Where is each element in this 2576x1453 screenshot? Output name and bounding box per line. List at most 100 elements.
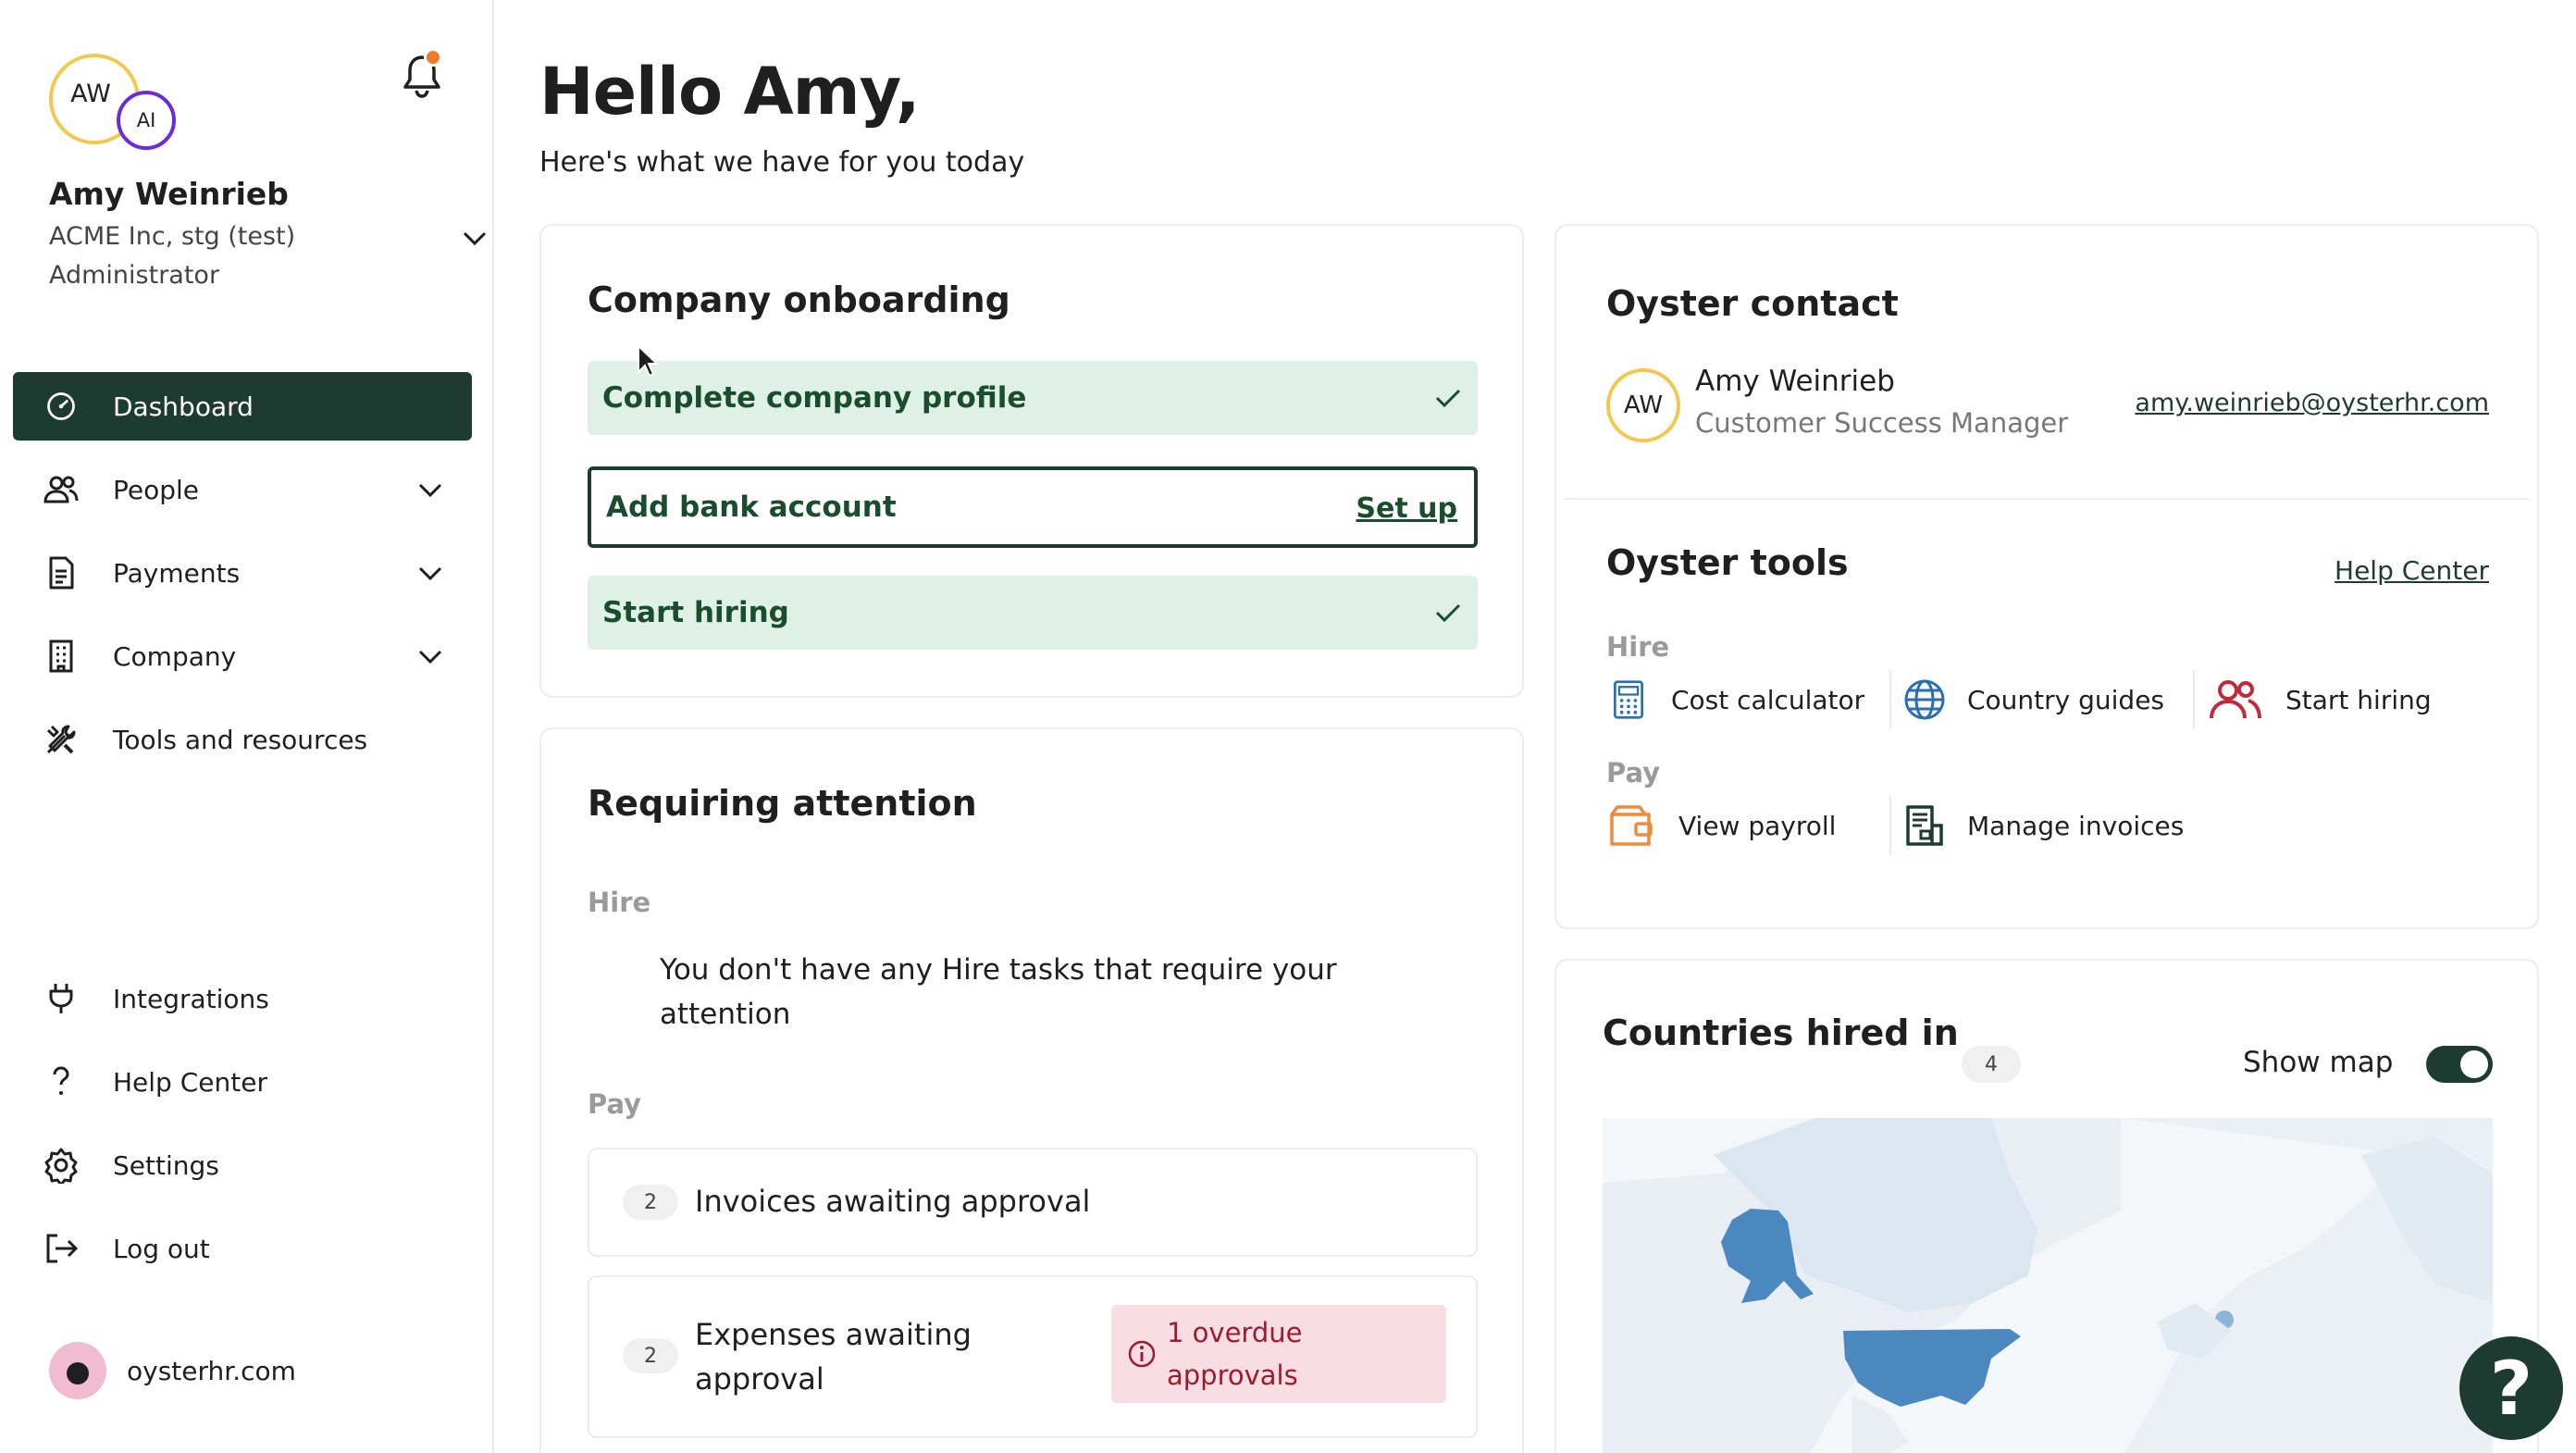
countries-title: Countries hired in <box>1603 1012 1959 1053</box>
attention-pay-label: Pay <box>588 1088 642 1120</box>
tools-icon <box>43 721 80 758</box>
attention-card: Requiring attention Hire You don't have … <box>539 727 1524 1453</box>
step-label: Add bank account <box>606 491 897 524</box>
question-icon: ? <box>2489 1345 2533 1432</box>
help-center-link[interactable]: Help Center <box>2334 555 2489 586</box>
wallet-icon <box>1606 803 1658 848</box>
task-label: Expenses awaiting approval <box>695 1317 972 1397</box>
tool-divider <box>1889 796 1891 855</box>
attention-title: Requiring attention <box>588 783 977 824</box>
tool-label: Manage invoices <box>1967 810 2185 841</box>
nav-label: Tools and resources <box>113 724 368 755</box>
tool-label: Cost calculator <box>1671 684 1865 715</box>
nav-item-settings[interactable]: Settings <box>13 1131 472 1199</box>
nav-label: Integrations <box>113 983 269 1014</box>
contact-role: Customer Success Manager <box>1695 407 2069 439</box>
chevron-down-icon <box>418 566 442 581</box>
secondary-avatar: AI <box>117 91 176 150</box>
tool-divider <box>1889 670 1891 729</box>
tool-start-hiring[interactable]: Start hiring <box>2206 677 2432 722</box>
tool-view-payroll[interactable]: View payroll <box>1606 803 1836 848</box>
people-icon <box>43 471 80 508</box>
check-icon <box>1435 603 1461 623</box>
chevron-down-icon <box>418 650 442 664</box>
contact-tools-card: Oyster contact AW Amy Weinrieb Customer … <box>1554 224 2539 929</box>
nav-item-integrations[interactable]: Integrations <box>13 964 472 1033</box>
gear-icon <box>43 1147 80 1184</box>
globe-icon <box>1902 677 1947 722</box>
nav-item-dashboard[interactable]: Dashboard <box>13 372 472 441</box>
onboarding-title: Company onboarding <box>588 279 1010 320</box>
check-icon <box>1435 389 1461 408</box>
hire-empty-message: You don't have any Hire tasks that requi… <box>660 953 1337 1031</box>
task-count: 2 <box>623 1185 678 1220</box>
attention-hire-label: Hire <box>588 887 651 918</box>
building-icon <box>43 638 80 675</box>
show-map-label: Show map <box>2243 1046 2394 1079</box>
nav-item-people[interactable]: People <box>13 455 472 524</box>
user-company: ACME Inc, stg (test) <box>49 222 296 251</box>
tool-label: View payroll <box>1678 810 1837 841</box>
dashboard-gauge-icon <box>43 388 80 425</box>
show-map-toggle[interactable] <box>2426 1046 2493 1083</box>
tool-label: Country guides <box>1967 684 2165 715</box>
contact-email-link[interactable]: amy.weinrieb@oysterhr.com <box>2135 389 2489 417</box>
nav-item-payments[interactable]: Payments <box>13 539 472 607</box>
calculator-icon <box>1606 677 1651 722</box>
nav-label: Log out <box>113 1233 210 1264</box>
tool-cost-calculator[interactable]: Cost calculator <box>1606 677 1864 722</box>
payments-document-icon <box>43 554 80 591</box>
onboarding-step-bank-account[interactable]: Add bank account Set up <box>588 466 1478 548</box>
mouse-cursor-icon <box>638 344 659 378</box>
divider <box>1564 498 2530 500</box>
onboarding-step-start-hiring[interactable]: Start hiring <box>588 576 1478 650</box>
tools-title: Oyster tools <box>1606 542 1849 583</box>
user-initials: AW <box>70 79 111 108</box>
overdue-text: 1 overdue approvals <box>1167 1317 1303 1391</box>
nav-label: Dashboard <box>113 391 254 422</box>
tool-label: Start hiring <box>2285 684 2432 715</box>
nav-label: Company <box>113 640 237 672</box>
tool-divider <box>2193 670 2195 729</box>
secondary-initials: AI <box>136 109 156 131</box>
nav-item-tools[interactable]: Tools and resources <box>13 705 472 774</box>
tools-pay-label: Pay <box>1606 757 1661 789</box>
oyster-logo-icon <box>49 1342 106 1399</box>
tool-manage-invoices[interactable]: Manage invoices <box>1902 803 2184 848</box>
sidebar: AW AI Amy Weinrieb ACME Inc, stg (test) … <box>0 0 494 1453</box>
notification-dot <box>424 48 442 67</box>
contact-initials: AW <box>1623 391 1664 419</box>
nav-label: Help Center <box>113 1066 267 1098</box>
question-icon <box>43 1063 80 1100</box>
nav-label: Settings <box>113 1149 219 1181</box>
site-text: oysterhr.com <box>127 1355 296 1386</box>
step-label: Complete company profile <box>602 381 1027 415</box>
task-invoices[interactable]: 2 Invoices awaiting approval <box>588 1148 1478 1257</box>
people-hiring-icon <box>2206 677 2265 722</box>
onboarding-step-company-profile[interactable]: Complete company profile <box>588 361 1478 435</box>
onboarding-card: Company onboarding Complete company prof… <box>539 224 1524 698</box>
nav-item-help-center[interactable]: Help Center <box>13 1048 472 1116</box>
nav-label: Payments <box>113 557 241 589</box>
contact-name: Amy Weinrieb <box>1695 365 1895 398</box>
task-count: 2 <box>623 1338 678 1373</box>
plug-icon <box>43 980 80 1017</box>
world-map <box>1603 1118 2493 1453</box>
contact-title: Oyster contact <box>1606 283 1899 324</box>
tools-hire-label: Hire <box>1606 631 1670 663</box>
setup-link[interactable]: Set up <box>1356 492 1457 525</box>
overdue-badge[interactable]: 1 overdue approvals <box>1111 1305 1446 1403</box>
tool-country-guides[interactable]: Country guides <box>1902 677 2164 722</box>
user-role: Administrator <box>49 261 220 290</box>
countries-card: Countries hired in 4 Show map <box>1554 959 2539 1453</box>
step-label: Start hiring <box>602 596 789 629</box>
nav-item-company[interactable]: Company <box>13 622 472 690</box>
task-expenses[interactable]: 2 Expenses awaiting approval 1 overdue a… <box>588 1275 1478 1438</box>
info-icon <box>1128 1340 1156 1368</box>
page-title: Hello Amy, <box>539 54 920 130</box>
chevron-down-icon[interactable] <box>459 222 490 254</box>
site-link[interactable]: oysterhr.com <box>49 1342 296 1399</box>
page-subtitle: Here's what we have for you today <box>539 146 1025 179</box>
help-chat-button[interactable]: ? <box>2459 1336 2563 1440</box>
nav-item-logout[interactable]: Log out <box>13 1214 472 1283</box>
